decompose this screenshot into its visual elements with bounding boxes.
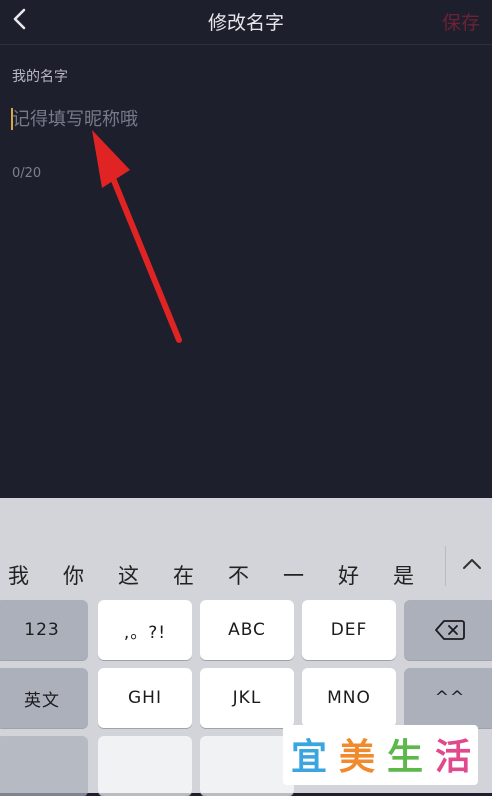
english-switch-key[interactable]: 英文 [0,668,88,728]
key-ghi[interactable]: GHI [98,668,192,728]
collapse-candidates-button[interactable] [460,554,484,574]
watermark-char: 生 [386,737,423,778]
candidate-word[interactable]: 你 [63,560,84,590]
key-def[interactable]: DEF [302,600,396,660]
name-section-label: 我的名字 [12,69,68,85]
save-button[interactable]: 保存 [442,8,480,35]
candidate-word[interactable]: 不 [228,560,249,590]
watermark-logo: 宜 美 生 活 [283,725,478,785]
key-mno[interactable]: MNO [302,668,396,728]
chevron-up-icon [463,559,481,569]
candidate-bar: 我 你 这 在 不 一 好 是 [0,498,492,596]
numbers-key[interactable]: 123 [0,600,88,660]
watermark-char: 美 [338,737,375,778]
space-row-key[interactable] [0,736,88,796]
candidate-word[interactable]: 我 [8,560,29,590]
navigation-bar: 修改名字 保存 [0,0,492,45]
watermark-char: 宜 [290,737,327,778]
candidate-word[interactable]: 一 [283,560,304,590]
candidate-word[interactable]: 是 [393,560,414,590]
key-pqrs[interactable] [98,736,192,796]
watermark-char: 活 [434,737,471,778]
candidate-word[interactable]: 这 [118,560,139,590]
candidate-divider [445,546,446,586]
key-jkl[interactable]: JKL [200,668,294,728]
page-title: 修改名字 [207,12,284,34]
candidate-word[interactable]: 好 [338,560,359,590]
annotation-arrow [92,130,182,343]
delete-key[interactable] [404,600,492,660]
backspace-icon [435,620,465,640]
nickname-input[interactable] [12,104,462,134]
key-tuv[interactable] [200,736,294,796]
character-counter: 0/20 [12,166,42,181]
punctuation-key[interactable]: ,。?! [98,600,192,660]
edit-name-screen: 修改名字 保存 我的名字 0/20 [0,0,492,498]
emoticon-key[interactable]: ^^ [404,668,492,728]
candidate-word[interactable]: 在 [173,560,194,590]
key-abc[interactable]: ABC [200,600,294,660]
